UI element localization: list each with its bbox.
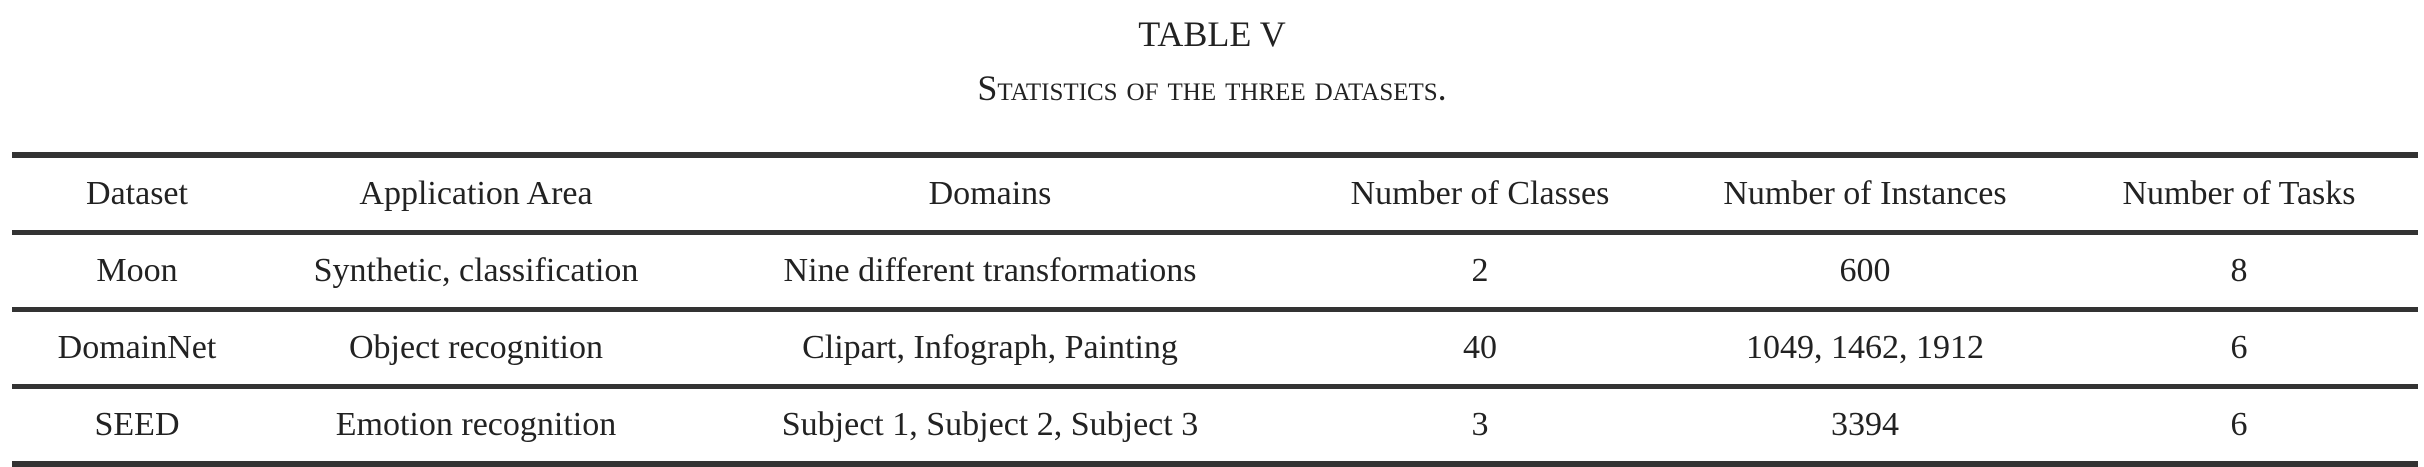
table-row: Moon Synthetic, classification Nine diff… [12, 233, 2418, 310]
cell-tasks: 6 [2230, 406, 2248, 443]
header-number-of-tasks: Number of Tasks [2122, 175, 2356, 212]
cell-dataset: Moon [96, 252, 178, 289]
table-caption: Statistics of the three datasets. [977, 68, 1447, 108]
cell-dataset: DomainNet [57, 329, 217, 366]
table-row: DomainNet Object recognition Clipart, In… [12, 310, 2418, 387]
header-application-area: Application Area [359, 175, 593, 212]
cell-dataset: SEED [94, 406, 180, 443]
dataset-statistics-table: Dataset Application Area Domains Number … [12, 152, 2418, 467]
cell-classes: 40 [1463, 329, 1497, 366]
cell-tasks: 6 [2230, 329, 2248, 366]
cell-classes: 3 [1471, 406, 1489, 443]
header-dataset: Dataset [86, 175, 188, 212]
cell-application-area: Emotion recognition [335, 406, 617, 443]
header-domains: Domains [928, 175, 1052, 212]
cell-domains: Clipart, Infograph, Painting [802, 329, 1178, 366]
cell-application-area: Object recognition [349, 329, 603, 366]
header-row: Dataset Application Area Domains Number … [12, 155, 2418, 233]
table-row: SEED Emotion recognition Subject 1, Subj… [12, 387, 2418, 464]
table-label: TABLE V [1138, 14, 1286, 54]
cell-classes: 2 [1471, 252, 1489, 289]
header-number-of-instances: Number of Instances [1723, 175, 2007, 212]
cell-instances: 600 [1839, 252, 1891, 289]
cell-domains: Nine different transformations [783, 252, 1197, 289]
header-number-of-classes: Number of Classes [1350, 175, 1610, 212]
cell-tasks: 8 [2230, 252, 2248, 289]
cell-domains: Subject 1, Subject 2, Subject 3 [781, 406, 1199, 443]
cell-instances: 3394 [1831, 406, 1899, 443]
cell-application-area: Synthetic, classification [313, 252, 639, 289]
cell-instances: 1049, 1462, 1912 [1746, 329, 1984, 366]
